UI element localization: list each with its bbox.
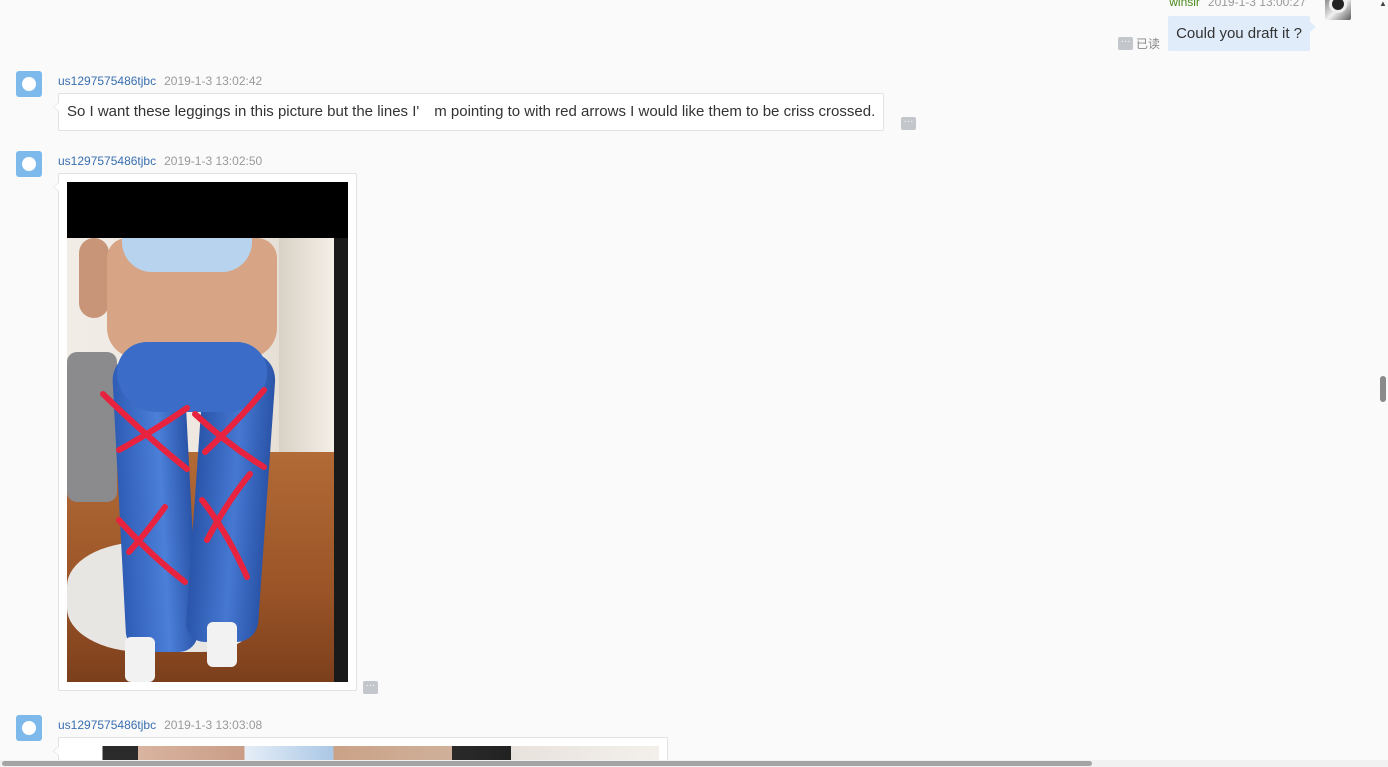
avatar[interactable] bbox=[16, 715, 42, 741]
scrollbar-thumb[interactable] bbox=[2, 761, 1092, 766]
scrollbar-thumb[interactable] bbox=[1380, 376, 1386, 402]
sender-name[interactable]: us1297575486tjbc bbox=[58, 74, 156, 88]
image-bubble[interactable] bbox=[53, 737, 668, 760]
red-stroke bbox=[202, 387, 267, 455]
horizontal-scrollbar[interactable] bbox=[0, 760, 1388, 767]
read-status: ··· 已读 bbox=[1117, 35, 1160, 52]
image-bubble[interactable] bbox=[53, 173, 357, 691]
message-header: us1297575486tjbc 2019-1-3 13:02:50 bbox=[58, 154, 262, 168]
more-options-button[interactable]: ··· bbox=[1117, 37, 1133, 50]
more-options-button[interactable]: ··· bbox=[901, 117, 916, 130]
avatar[interactable] bbox=[16, 71, 42, 97]
message-bubble[interactable]: Could you draft it ? bbox=[1168, 16, 1316, 51]
sender-name[interactable]: us1297575486tjbc bbox=[58, 154, 156, 168]
avatar[interactable] bbox=[16, 151, 42, 177]
sender-name[interactable]: us1297575486tjbc bbox=[58, 718, 156, 732]
message-time: 2019-1-3 13:02:42 bbox=[164, 74, 263, 88]
message-bubble[interactable]: So I want these leggings in this picture… bbox=[52, 93, 885, 131]
message-time: 2019-1-3 13:02:50 bbox=[164, 154, 263, 168]
message-header: winsir 2019-1-3 13:00:27 bbox=[1169, 0, 1306, 9]
message-header: us1297575486tjbc 2019-1-3 13:03:08 bbox=[58, 718, 262, 732]
scroll-up-arrow-icon[interactable]: ▲ bbox=[1379, 0, 1387, 8]
chat-message-list[interactable]: winsir 2019-1-3 13:00:27 Could you draft … bbox=[0, 0, 1378, 760]
message-time: 2019-1-3 13:00:27 bbox=[1207, 0, 1306, 9]
message-time: 2019-1-3 13:03:08 bbox=[164, 718, 263, 732]
red-stroke bbox=[204, 471, 253, 543]
red-stroke bbox=[192, 411, 267, 470]
vertical-scrollbar[interactable]: ▲ bbox=[1378, 0, 1388, 760]
message-header: us1297575486tjbc 2019-1-3 13:02:42 bbox=[58, 74, 262, 88]
red-stroke bbox=[100, 391, 190, 472]
partial-photo[interactable] bbox=[67, 746, 659, 760]
leggings-photo[interactable] bbox=[67, 182, 348, 682]
avatar[interactable] bbox=[1325, 0, 1351, 20]
read-status-label: 已读 bbox=[1135, 37, 1160, 51]
sender-name[interactable]: winsir bbox=[1169, 0, 1200, 9]
red-cross-annotations bbox=[100, 387, 267, 585]
more-options-button[interactable]: ··· bbox=[363, 681, 378, 694]
